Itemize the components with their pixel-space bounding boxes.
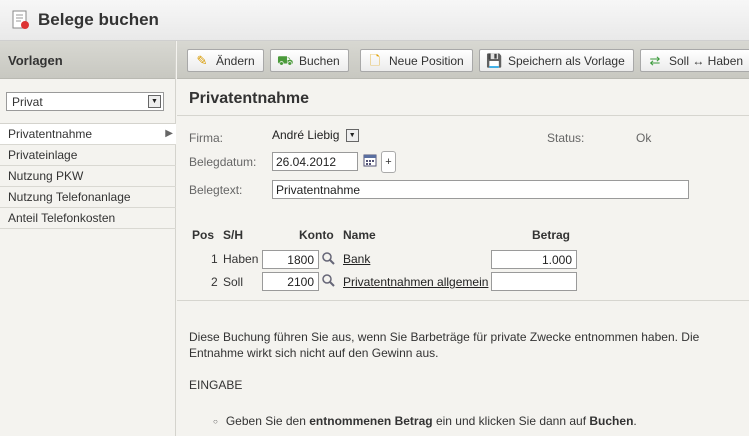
edit-button-label: Ändern (216, 53, 255, 68)
help-bullet-text: ein und klicken Sie dann auf (432, 414, 590, 428)
bullet-icon: ○ (213, 417, 218, 427)
firma-select[interactable]: André Liebig ▼ (272, 128, 359, 143)
toolbar: ✎ Ändern ⛟ Buchen 🗋 Neue Position 💾 Spei… (177, 41, 749, 79)
help-bullet: ○ Geben Sie den entnommenen Betrag ein un… (213, 414, 637, 428)
col-pos: Pos (192, 228, 215, 242)
sidebar-header: Vorlagen (0, 41, 175, 79)
page-title: Privatentnahme (189, 90, 310, 107)
text-label: Belegtext: (189, 183, 243, 197)
firma-value: André Liebig (272, 128, 340, 142)
template-item-label: Privatentnahme (8, 127, 93, 141)
amount-field[interactable] (491, 272, 577, 291)
receipt-icon (12, 10, 29, 29)
chevron-down-icon[interactable]: ▼ (148, 95, 161, 108)
swap-icon: ⇄ (649, 52, 661, 68)
help-description: Diese Buchung führen Sie aus, wenn Sie B… (189, 330, 700, 360)
swap-debit-credit-button[interactable]: ⇄ Soll ↔ Haben (640, 49, 749, 72)
help-bullet-emphasis: entnommenen Betrag (309, 414, 433, 428)
help-bullet-text: Geben Sie den (225, 414, 310, 428)
pencil-icon: ✎ (196, 52, 208, 68)
new-position-button-label: Neue Position (389, 53, 464, 68)
firma-label: Firma: (189, 131, 223, 145)
account-field[interactable]: 1800 (262, 250, 319, 269)
col-betrag: Betrag (532, 228, 571, 242)
search-icon[interactable] (322, 274, 335, 287)
template-category-select[interactable]: Privat ▼ (6, 92, 164, 111)
arrow-right-icon: ▶ (165, 128, 173, 139)
template-item-label: Privateinlage (8, 148, 78, 162)
template-item-privateinlage[interactable]: Privateinlage (0, 145, 176, 166)
account-name-link[interactable]: Bank (343, 252, 370, 266)
status-value: Ok (636, 131, 652, 145)
template-item-nutzung-pkw[interactable]: Nutzung PKW (0, 166, 176, 187)
help-bullet-emphasis: Buchen (589, 414, 634, 428)
main-content: Privatentnahme Firma: André Liebig ▼ Sta… (177, 80, 749, 436)
row-sh: Soll (223, 275, 244, 289)
edit-button[interactable]: ✎ Ändern (187, 49, 264, 72)
account-field[interactable]: 2100 (262, 272, 319, 291)
template-list: Privatentnahme ▶ Privateinlage Nutzung P… (0, 123, 176, 229)
title-bar: Belege buchen (0, 0, 749, 41)
help-bullet-text: . (633, 414, 637, 428)
text-field[interactable]: Privatentnahme (272, 180, 689, 199)
search-icon[interactable] (322, 252, 335, 265)
divider (177, 115, 749, 116)
new-document-icon: 🗋 (369, 52, 381, 68)
book-button-label: Buchen (299, 53, 340, 68)
template-item-label: Nutzung PKW (8, 169, 84, 183)
book-button[interactable]: ⛟ Buchen (270, 49, 349, 72)
date-field[interactable]: 26.04.2012 (272, 152, 358, 171)
app-title: Belege buchen (38, 10, 159, 29)
template-item-label: Anteil Telefonkosten (8, 211, 116, 225)
status-label: Status: (547, 131, 585, 145)
template-item-label: Nutzung Telefonanlage (8, 190, 131, 204)
save-as-template-button-label: Speichern als Vorlage (508, 53, 625, 68)
template-item-anteil-telefonkosten[interactable]: Anteil Telefonkosten (0, 208, 176, 229)
col-sh: S/H (223, 228, 244, 242)
tray-icon: ⛟ (277, 52, 294, 68)
save-icon: 💾 (486, 52, 503, 68)
amount-field[interactable]: 1.000 (491, 250, 577, 269)
row-sh: Haben (223, 252, 259, 266)
account-name-link[interactable]: Privatentnahmen allgemein (343, 275, 488, 289)
divider (177, 300, 749, 301)
row-pos: 2 (211, 275, 218, 289)
col-konto: Konto (299, 228, 334, 242)
sidebar: Vorlagen Privat ▼ Privatentnahme ▶ Priva… (0, 41, 176, 436)
template-item-privatentnahme[interactable]: Privatentnahme ▶ (0, 124, 176, 145)
add-day-button[interactable]: + (381, 151, 396, 173)
template-item-nutzung-telefonanlage[interactable]: Nutzung Telefonanlage (0, 187, 176, 208)
row-pos: 1 (211, 252, 218, 266)
new-position-button[interactable]: 🗋 Neue Position (360, 49, 473, 72)
col-name: Name (343, 228, 376, 242)
calendar-icon[interactable] (362, 153, 377, 168)
save-as-template-button[interactable]: 💾 Speichern als Vorlage (479, 49, 634, 72)
date-label: Belegdatum: (189, 155, 257, 169)
help-section-title: EINGABE (189, 378, 243, 392)
chevron-down-icon[interactable]: ▼ (345, 129, 359, 143)
swap-debit-credit-button-label: Soll ↔ Haben (669, 53, 744, 68)
template-category-value: Privat (12, 95, 43, 109)
